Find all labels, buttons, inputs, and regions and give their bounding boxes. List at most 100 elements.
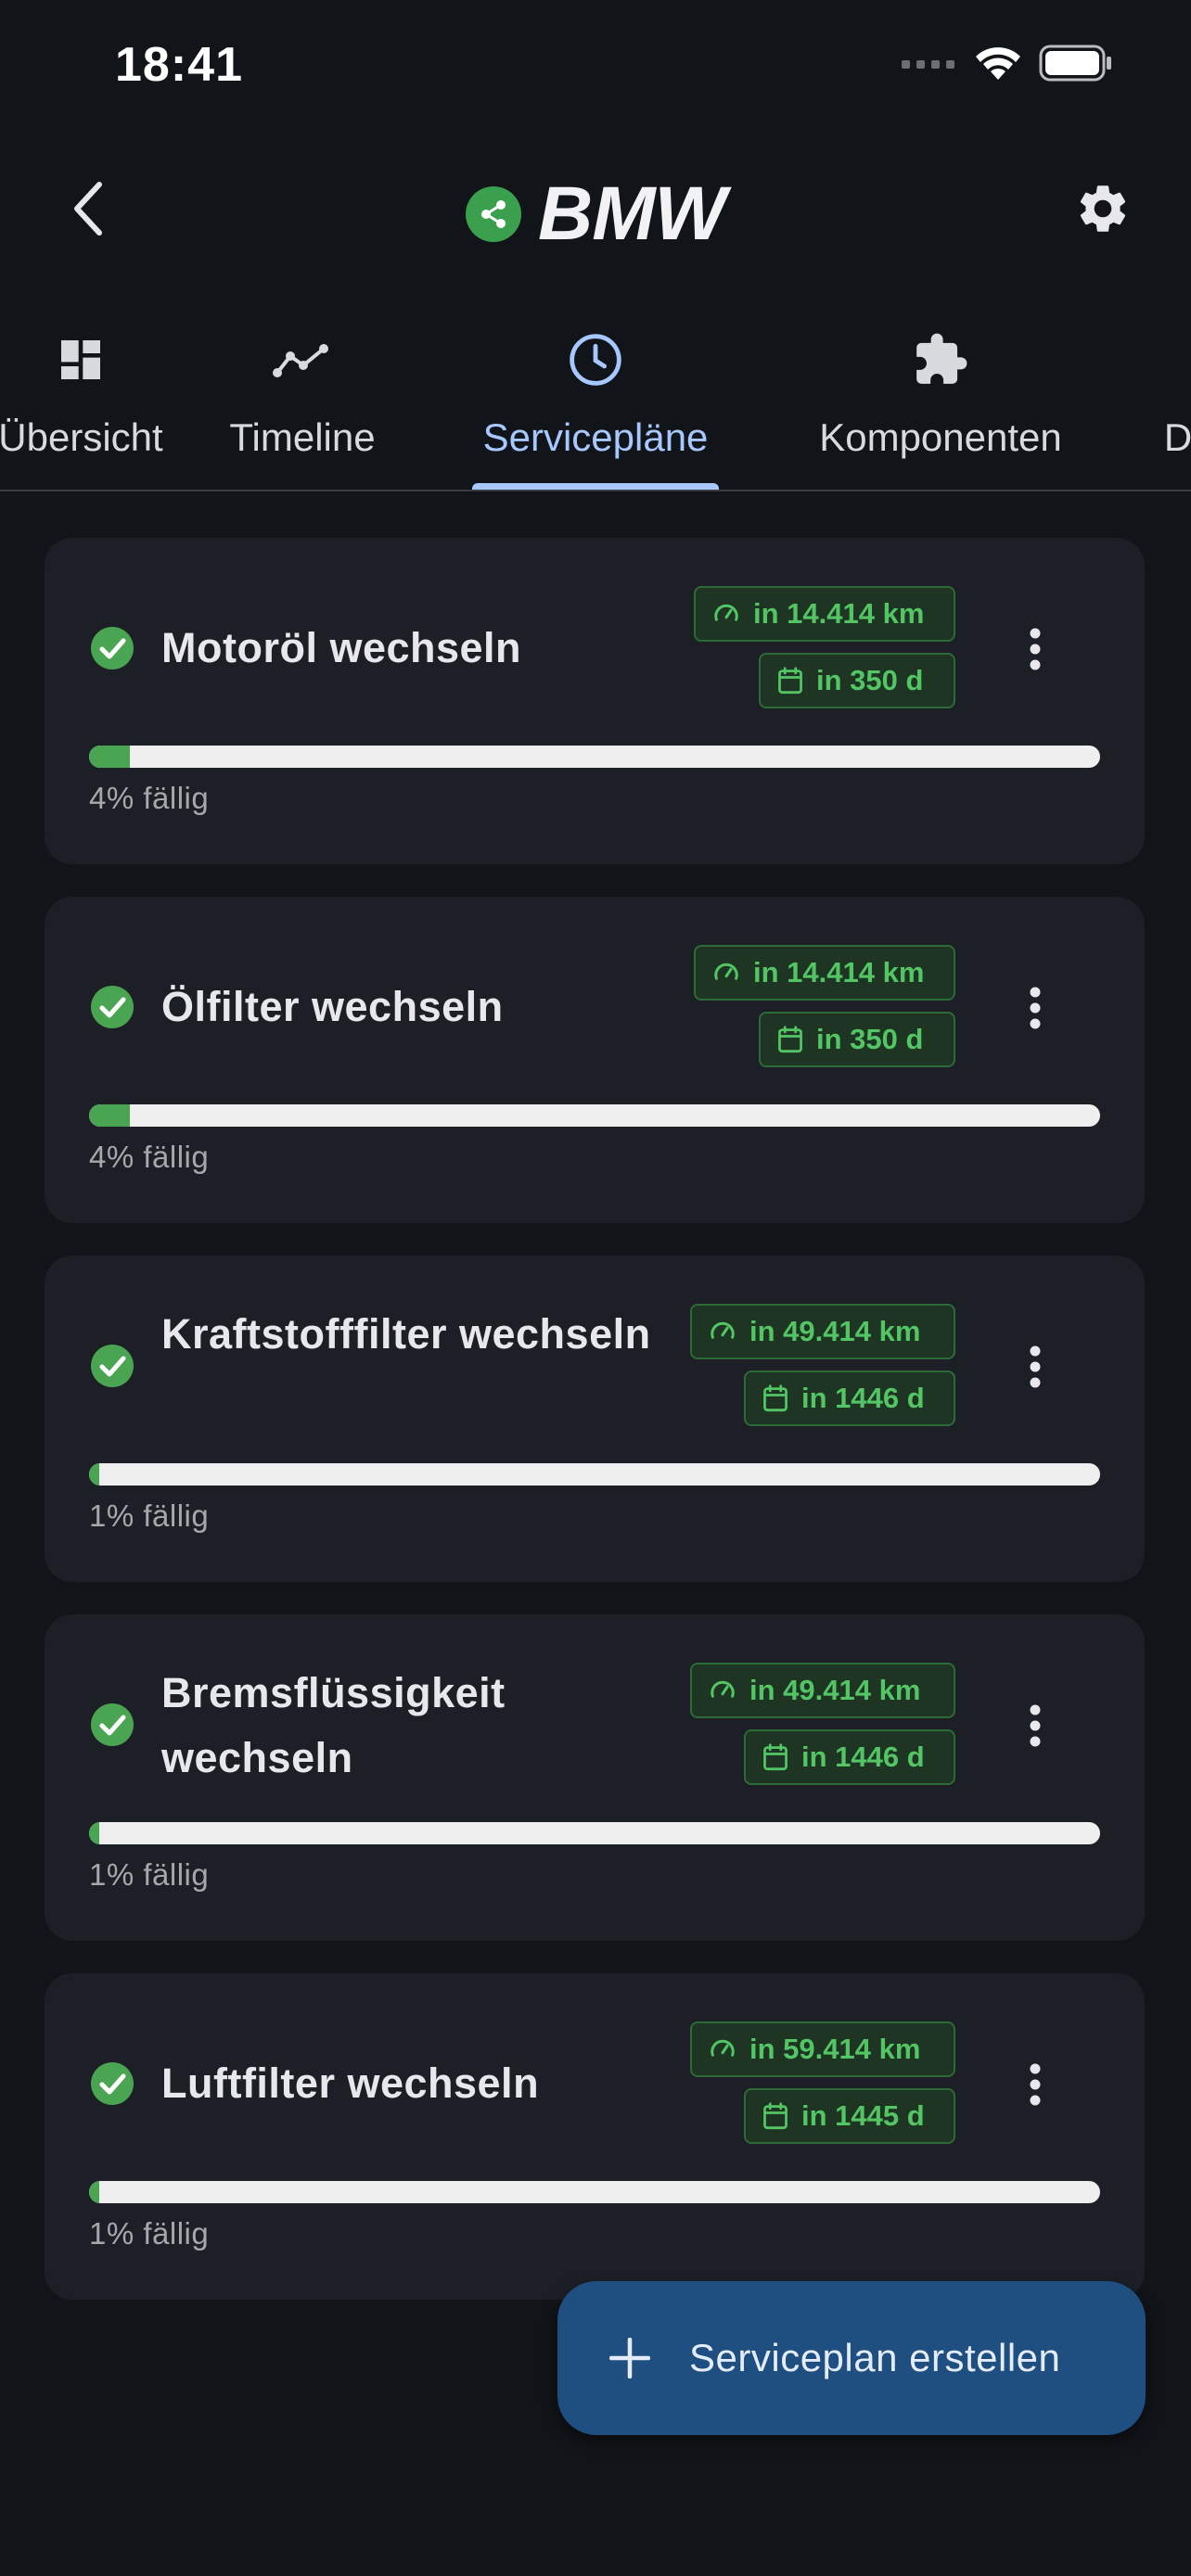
tab-label: Übersicht — [0, 415, 163, 459]
title-group: BMW — [0, 171, 1191, 258]
days-text: in 1446 d — [801, 1382, 925, 1414]
settings-button[interactable] — [1061, 167, 1145, 250]
plus-icon — [609, 2338, 650, 2378]
days-chip: in 1445 d — [744, 2088, 955, 2144]
screen: 18:41 BMW Übersicht Timeline Serviceplän… — [0, 0, 1191, 2576]
due-percentage-label: 4% fällig — [89, 1140, 210, 1174]
dashboard-icon — [61, 340, 100, 379]
days-text: in 1445 d — [801, 2099, 925, 2132]
more-vertical-icon — [1030, 628, 1041, 670]
tab-label: D — [1163, 415, 1191, 459]
days-chip: in 1446 d — [744, 1371, 955, 1426]
mileage-chip: in 49.414 km — [690, 1663, 955, 1718]
due-progress-bar — [89, 1104, 1100, 1127]
service-plan-title: Motoröl wechseln — [161, 624, 522, 671]
check-circle-icon — [91, 2062, 134, 2105]
status-bar: 18:41 — [0, 0, 1191, 130]
due-percentage-label: 4% fällig — [89, 781, 210, 815]
due-progress-bar — [89, 1822, 1100, 1844]
days-chip: in 350 d — [759, 1012, 955, 1067]
gear-icon — [1080, 185, 1126, 232]
mileage-text: in 14.414 km — [753, 956, 925, 988]
more-options-button[interactable] — [1007, 612, 1063, 686]
signal-icon — [902, 60, 954, 69]
speedometer-icon — [711, 2039, 735, 2057]
check-circle-icon — [91, 627, 134, 670]
wifi-icon — [976, 47, 1020, 80]
calendar-icon — [778, 667, 802, 695]
mileage-chip: in 14.414 km — [694, 945, 955, 1001]
fab-label: Serviceplan erstellen — [689, 2336, 1061, 2379]
due-percentage-label: 1% fällig — [89, 2216, 210, 2251]
check-circle-icon — [91, 1345, 134, 1387]
calendar-icon — [763, 2102, 788, 2130]
due-progress-fill — [89, 1822, 99, 1844]
tab-timeline[interactable]: Timeline — [210, 315, 395, 491]
more-options-button[interactable] — [1007, 971, 1063, 1045]
tab-label: Komponenten — [819, 415, 1062, 459]
days-chip: in 350 d — [759, 653, 955, 708]
app-bar: BMW — [0, 139, 1191, 278]
days-text: in 1446 d — [801, 1741, 925, 1773]
share-icon — [481, 200, 506, 228]
puzzle-icon — [916, 333, 967, 384]
mileage-chip: in 59.414 km — [690, 2021, 955, 2077]
mileage-text: in 14.414 km — [753, 597, 925, 630]
due-progress-fill — [89, 746, 130, 768]
tab-components[interactable]: Komponenten — [800, 315, 1082, 491]
more-options-button[interactable] — [1007, 1330, 1063, 1404]
more-vertical-icon — [1030, 1704, 1041, 1747]
calendar-icon — [763, 1384, 788, 1412]
status-time: 18:41 — [115, 38, 243, 92]
service-plan-title: Luftfilter wechseln — [161, 2060, 540, 2107]
tab-overview[interactable]: Übersicht — [0, 315, 197, 491]
service-plan-title: Kraftstofffilter wechseln — [161, 1310, 651, 1358]
clock-icon — [570, 334, 621, 386]
tab-bar: Übersicht Timeline Servicepläne Komponen… — [0, 315, 1191, 491]
speedometer-icon — [711, 1321, 735, 1339]
share-badge[interactable] — [466, 186, 522, 242]
tab-service-plans[interactable]: Servicepläne — [454, 315, 737, 491]
page-title: BMW — [538, 172, 726, 256]
due-progress-fill — [89, 1104, 130, 1127]
mileage-text: in 49.414 km — [749, 1674, 921, 1706]
days-text: in 350 d — [816, 664, 924, 696]
speedometer-icon — [714, 604, 738, 621]
check-circle-icon — [91, 986, 134, 1028]
battery-icon — [1039, 45, 1111, 82]
more-vertical-icon — [1030, 987, 1041, 1029]
mileage-text: in 59.414 km — [749, 2033, 921, 2065]
due-progress-bar — [89, 1463, 1100, 1486]
service-plan-card[interactable]: Kraftstofffilter wechseln in 49.414 km in … — [45, 1256, 1145, 1582]
days-text: in 350 d — [816, 1023, 924, 1055]
more-options-button[interactable] — [1007, 1689, 1063, 1763]
speedometer-icon — [711, 1680, 735, 1698]
calendar-icon — [763, 1743, 788, 1771]
due-progress-bar — [89, 746, 1100, 768]
service-plan-card[interactable]: Ölfilter wechseln in 14.414 km in 350 d 4% … — [45, 897, 1145, 1223]
service-plan-card[interactable]: Motoröl wechseln in 14.414 km in 350 d 4% f… — [45, 538, 1145, 864]
tabs-divider — [0, 490, 1191, 491]
more-options-button[interactable] — [1007, 2047, 1063, 2122]
mileage-chip: in 14.414 km — [694, 586, 955, 642]
create-service-plan-button[interactable]: Serviceplan erstellen — [557, 2281, 1146, 2435]
more-vertical-icon — [1030, 1345, 1041, 1388]
speedometer-icon — [714, 963, 738, 980]
service-plan-card[interactable]: Bremsflüssigkeit wechseln in 49.414 km in … — [45, 1614, 1145, 1941]
tab-label: Servicepläne — [482, 415, 709, 459]
due-percentage-label: 1% fällig — [89, 1857, 210, 1892]
mileage-chip: in 49.414 km — [690, 1304, 955, 1359]
service-plan-card[interactable]: Luftfilter wechseln in 59.414 km in 1445 d… — [45, 1973, 1145, 2300]
service-plan-title: Ölfilter wechseln — [161, 983, 504, 1030]
tab-more[interactable]: D — [1141, 315, 1191, 491]
due-progress-bar — [89, 2181, 1100, 2203]
status-icons — [902, 45, 1113, 82]
service-plan-title: Bremsflüssigkeit wechseln — [161, 1669, 506, 1781]
due-progress-fill — [89, 2181, 99, 2203]
tab-label: Timeline — [229, 415, 376, 459]
due-progress-fill — [89, 1463, 99, 1486]
calendar-icon — [778, 1026, 802, 1053]
mileage-text: in 49.414 km — [749, 1315, 921, 1347]
days-chip: in 1446 d — [744, 1729, 955, 1785]
more-vertical-icon — [1030, 2063, 1041, 2106]
